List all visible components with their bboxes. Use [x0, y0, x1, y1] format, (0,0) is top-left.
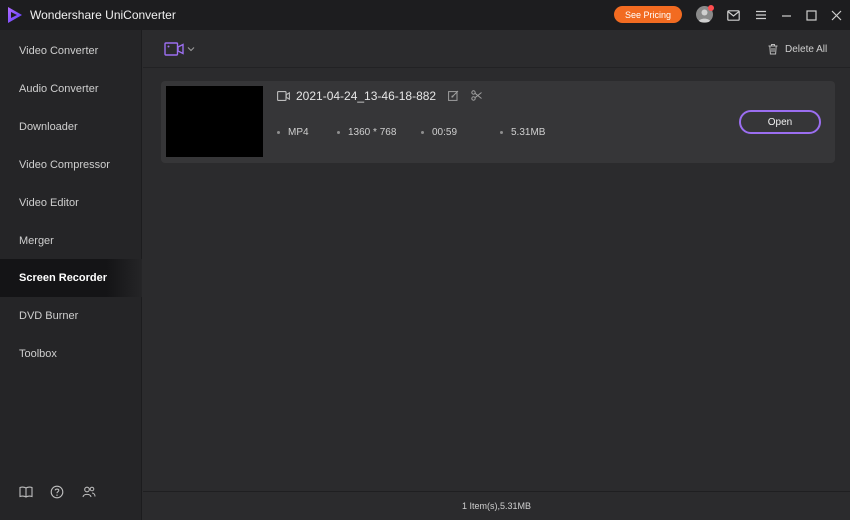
- file-name: 2021-04-24_13-46-18-882: [296, 89, 437, 103]
- sidebar-item-label: Video Compressor: [19, 159, 110, 171]
- delete-all-label: Delete All: [785, 43, 828, 55]
- sidebar-item-video-compressor[interactable]: Video Compressor: [0, 146, 142, 184]
- file-format: MP4: [288, 127, 309, 138]
- minimize-icon[interactable]: [778, 7, 794, 23]
- status-summary: 1 Item(s),5.31MB: [461, 501, 532, 511]
- duration-info: 00:59: [421, 127, 457, 138]
- bullet-icon: [337, 131, 340, 134]
- open-button[interactable]: Open: [739, 110, 821, 134]
- trim-icon[interactable]: [471, 90, 482, 101]
- book-icon[interactable]: [19, 485, 33, 499]
- help-icon[interactable]: [50, 485, 64, 499]
- format-info: MP4: [277, 127, 309, 138]
- maximize-icon[interactable]: [803, 7, 819, 23]
- sidebar-item-label: Toolbox: [19, 348, 57, 360]
- video-thumbnail[interactable]: [166, 86, 263, 157]
- sidebar-item-audio-converter[interactable]: Audio Converter: [0, 70, 142, 108]
- bullet-icon: [421, 131, 424, 134]
- app-title: Wondershare UniConverter: [30, 8, 176, 22]
- sidebar-item-toolbox[interactable]: Toolbox: [0, 335, 142, 373]
- sidebar-item-merger[interactable]: Merger: [0, 222, 142, 260]
- size-info: 5.31MB: [500, 127, 545, 138]
- notification-badge: [708, 5, 714, 11]
- video-file-icon: [277, 91, 290, 101]
- title-bar: Wondershare UniConverter See Pricing: [0, 0, 850, 30]
- sidebar-item-label: Screen Recorder: [19, 272, 108, 284]
- sidebar-item-label: DVD Burner: [19, 310, 79, 322]
- menu-icon[interactable]: [753, 7, 769, 23]
- file-duration: 00:59: [432, 127, 458, 138]
- screen-record-icon[interactable]: [164, 42, 184, 56]
- sidebar-item-video-converter[interactable]: Video Converter: [0, 32, 142, 70]
- rename-icon[interactable]: [448, 90, 459, 101]
- sidebar-item-label: Audio Converter: [19, 83, 99, 95]
- file-size: 5.31MB: [511, 127, 546, 138]
- recording-item[interactable]: 2021-04-24_13-46-18-882 MP4 1360 * 768 0…: [161, 81, 835, 163]
- sidebar-item-label: Video Converter: [19, 45, 99, 57]
- resolution-info: 1360 * 768: [337, 127, 396, 138]
- sidebar-item-label: Merger: [19, 235, 54, 247]
- mail-icon[interactable]: [725, 7, 741, 23]
- status-bar: 1 Item(s),5.31MB: [143, 491, 850, 520]
- main-panel: Delete All 2021-04-24_13-46-18-882 MP4 1…: [143, 30, 850, 520]
- bullet-icon: [277, 131, 280, 134]
- close-icon[interactable]: [828, 7, 844, 23]
- delete-all-button[interactable]: Delete All: [767, 41, 827, 57]
- toolbar: Delete All: [143, 30, 850, 68]
- sidebar: Video Converter Audio Converter Download…: [0, 30, 142, 520]
- sidebar-item-label: Video Editor: [19, 197, 79, 209]
- see-pricing-button[interactable]: See Pricing: [614, 6, 682, 23]
- trash-icon: [768, 44, 778, 55]
- chevron-down-icon[interactable]: [187, 45, 195, 53]
- app-logo-icon: [8, 7, 22, 23]
- sidebar-item-label: Downloader: [19, 121, 78, 133]
- file-resolution: 1360 * 768: [348, 127, 397, 138]
- sidebar-item-downloader[interactable]: Downloader: [0, 108, 142, 146]
- community-icon[interactable]: [82, 485, 96, 499]
- sidebar-item-dvd-burner[interactable]: DVD Burner: [0, 297, 142, 335]
- bullet-icon: [500, 131, 503, 134]
- sidebar-item-video-editor[interactable]: Video Editor: [0, 184, 142, 222]
- sidebar-item-screen-recorder[interactable]: Screen Recorder: [0, 259, 142, 297]
